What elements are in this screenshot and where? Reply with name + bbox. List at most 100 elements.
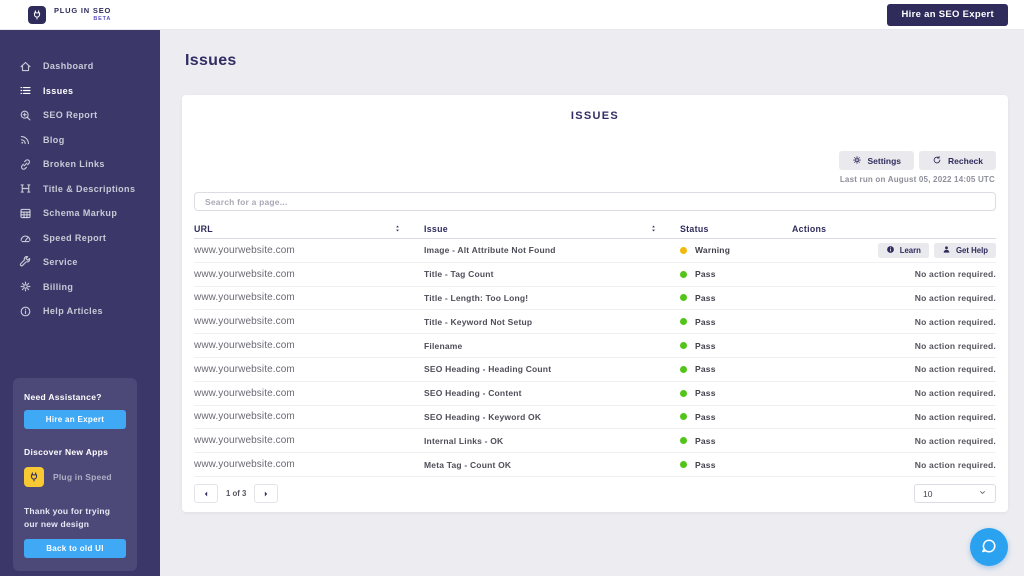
hire-an-expert-button[interactable]: Hire an Expert xyxy=(24,410,126,429)
chevron-down-icon xyxy=(978,488,987,499)
row-actions: No action required. xyxy=(792,317,996,327)
main-content: Issues ISSUES Settings Recheck Last run … xyxy=(160,30,1024,576)
column-header-status: Status xyxy=(680,224,792,234)
pagination: 1 of 3 xyxy=(194,484,278,503)
row-issue: Meta Tag - Count OK xyxy=(424,460,680,470)
settings-button[interactable]: Settings xyxy=(839,151,915,170)
table-row: www.yourwebsite.com Image - Alt Attribut… xyxy=(194,239,996,263)
chat-bubble-icon xyxy=(980,537,998,558)
hire-seo-expert-button[interactable]: Hire an SEO Expert xyxy=(887,4,1008,26)
row-issue: Filename xyxy=(424,341,680,351)
row-url: www.yourwebsite.com xyxy=(194,459,424,470)
table-row: www.yourwebsite.com SEO Heading - Conten… xyxy=(194,382,996,406)
arrow-right-icon xyxy=(262,486,270,501)
page-size-select[interactable]: 10 xyxy=(914,484,996,503)
get-help-button[interactable]: Get Help xyxy=(934,243,996,258)
status-label: Pass xyxy=(695,388,716,398)
row-status: Pass xyxy=(680,412,792,422)
row-issue: Image - Alt Attribute Not Found xyxy=(424,245,680,255)
status-label: Pass xyxy=(695,269,716,279)
app-name: PLUG IN SEO xyxy=(54,7,111,15)
sidebar-item-broken-links[interactable]: Broken Links xyxy=(0,152,160,177)
status-dot-icon xyxy=(680,413,687,420)
arrow-left-icon xyxy=(202,486,210,501)
row-actions: No action required. xyxy=(792,436,996,446)
row-url: www.yourwebsite.com xyxy=(194,292,424,303)
sidebar-item-schema-markup[interactable]: Schema Markup xyxy=(0,201,160,226)
sort-icon[interactable] xyxy=(649,224,658,233)
grid-icon xyxy=(19,207,32,220)
heading-icon xyxy=(19,182,32,195)
plug-in-speed-app-link[interactable]: Plug in Speed xyxy=(24,467,126,487)
sidebar-item-title-descriptions[interactable]: Title & Descriptions xyxy=(0,177,160,202)
info-icon xyxy=(19,305,32,318)
row-status: Pass xyxy=(680,293,792,303)
status-label: Pass xyxy=(695,460,716,470)
table-row: www.yourwebsite.com Internal Links - OK … xyxy=(194,429,996,453)
row-status: Pass xyxy=(680,317,792,327)
column-header-actions: Actions xyxy=(792,224,996,234)
back-to-old-ui-button[interactable]: Back to old UI xyxy=(24,539,126,558)
row-url: www.yourwebsite.com xyxy=(194,435,424,446)
table-row: www.yourwebsite.com SEO Heading - Headin… xyxy=(194,358,996,382)
row-issue: Title - Keyword Not Setup xyxy=(424,317,680,327)
gear-icon xyxy=(19,280,32,293)
status-dot-icon xyxy=(680,271,687,278)
status-label: Warning xyxy=(695,245,730,255)
row-issue: SEO Heading - Keyword OK xyxy=(424,412,680,422)
table-row: www.yourwebsite.com Title - Tag Count Pa… xyxy=(194,263,996,287)
thanks-text: Thank you for trying our new design xyxy=(24,505,126,531)
issues-card-title: ISSUES xyxy=(182,110,1008,122)
discover-new-apps-title: Discover New Apps xyxy=(24,447,126,457)
issues-table-body: www.yourwebsite.com Image - Alt Attribut… xyxy=(194,239,996,477)
toolbar: Settings Recheck xyxy=(839,151,997,170)
page-title: Issues xyxy=(185,52,237,70)
top-header: PLUG IN SEO BETA Hire an SEO Expert xyxy=(0,0,1024,30)
refresh-icon xyxy=(932,155,942,167)
chat-widget-button[interactable] xyxy=(970,528,1008,566)
previous-page-button[interactable] xyxy=(194,484,218,503)
row-url: www.yourwebsite.com xyxy=(194,245,424,256)
issues-table: URL Issue Status Actions www.yourwebsite… xyxy=(194,219,996,477)
row-issue: SEO Heading - Heading Count xyxy=(424,364,680,374)
status-label: Pass xyxy=(695,436,716,446)
link-icon xyxy=(19,158,32,171)
row-issue: Title - Length: Too Long! xyxy=(424,293,680,303)
row-actions: No action required. xyxy=(792,269,996,279)
sort-icon[interactable] xyxy=(393,224,402,233)
beta-badge: BETA xyxy=(54,17,111,23)
status-dot-icon xyxy=(680,390,687,397)
row-url: www.yourwebsite.com xyxy=(194,364,424,375)
row-status: Pass xyxy=(680,364,792,374)
row-actions: No action required. xyxy=(792,364,996,374)
status-label: Pass xyxy=(695,364,716,374)
search-input[interactable] xyxy=(194,192,996,211)
sidebar: Dashboard Issues SEO Report Blog Broken … xyxy=(0,30,160,576)
sidebar-item-speed-report[interactable]: Speed Report xyxy=(0,226,160,251)
sidebar-item-dashboard[interactable]: Dashboard xyxy=(0,54,160,79)
sidebar-item-seo-report[interactable]: SEO Report xyxy=(0,103,160,128)
recheck-button[interactable]: Recheck xyxy=(919,151,996,170)
wrench-icon xyxy=(19,256,32,269)
row-status: Pass xyxy=(680,460,792,470)
row-issue: Title - Tag Count xyxy=(424,269,680,279)
sidebar-item-billing[interactable]: Billing xyxy=(0,275,160,300)
gears-icon xyxy=(852,155,862,167)
table-row: www.yourwebsite.com Title - Length: Too … xyxy=(194,287,996,311)
row-url: www.yourwebsite.com xyxy=(194,340,424,351)
sidebar-item-help-articles[interactable]: Help Articles xyxy=(0,299,160,324)
sidebar-item-issues[interactable]: Issues xyxy=(0,79,160,104)
status-label: Pass xyxy=(695,293,716,303)
row-url: www.yourwebsite.com xyxy=(194,316,424,327)
learn-button[interactable]: Learn xyxy=(878,243,929,258)
person-icon xyxy=(942,245,951,256)
sidebar-item-blog[interactable]: Blog xyxy=(0,128,160,153)
next-page-button[interactable] xyxy=(254,484,278,503)
table-row: www.yourwebsite.com Filename Pass No act… xyxy=(194,334,996,358)
status-label: Pass xyxy=(695,317,716,327)
status-label: Pass xyxy=(695,412,716,422)
issues-card: ISSUES Settings Recheck Last run on Augu… xyxy=(182,95,1008,512)
status-dot-icon xyxy=(680,294,687,301)
sidebar-item-service[interactable]: Service xyxy=(0,250,160,275)
table-header: URL Issue Status Actions xyxy=(194,219,996,239)
